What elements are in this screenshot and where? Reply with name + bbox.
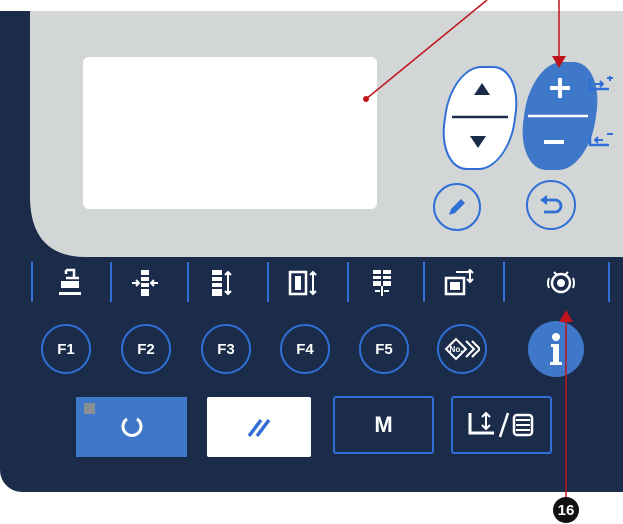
callout-lines	[363, 0, 573, 497]
callout-number: 16	[553, 497, 579, 523]
